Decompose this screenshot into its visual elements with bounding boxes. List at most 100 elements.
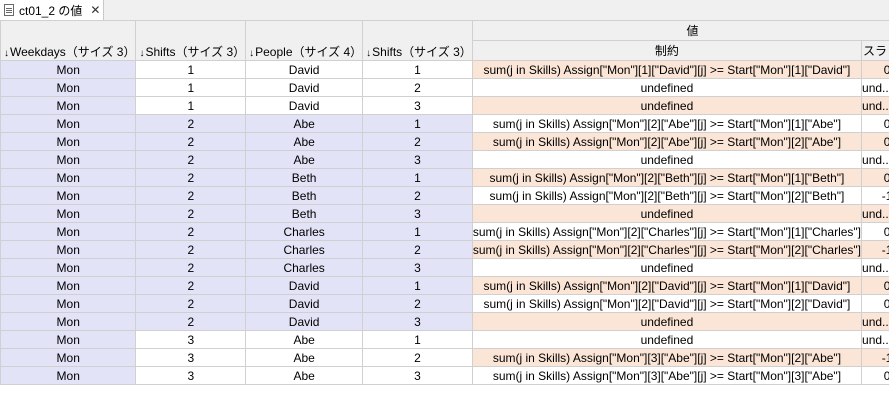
col-header-pshifts[interactable]: ↓Shifts（サイズ 3）: [362, 20, 473, 61]
cell-constraint[interactable]: sum(j in Skills) Assign["Mon"][3]["Abe"]…: [471, 366, 863, 385]
cell-constraint[interactable]: undefined: [471, 204, 863, 223]
close-icon[interactable]: ✕: [90, 4, 100, 16]
cell-slack[interactable]: 0: [861, 222, 889, 241]
table-row[interactable]: Mon 2 Charles 2 sum(j in Skills) Assign["Mon…: [0, 240, 889, 259]
cell-weekday[interactable]: Mon: [0, 258, 137, 277]
table-row[interactable]: Mon 2 Charles 1 sum(j in Skills) Assign["Mon…: [0, 222, 889, 241]
table-row[interactable]: Mon2Charles3undefinedund...ned: [0, 258, 889, 277]
cell-slack[interactable]: 0: [861, 132, 889, 151]
cell-weekday[interactable]: Mon: [0, 78, 137, 97]
cell-constraint[interactable]: sum(j in Skills) Assign["Mon"][2]["Abe"]…: [471, 132, 863, 151]
cell-person[interactable]: Beth: [245, 168, 364, 187]
cell-shift[interactable]: 2: [135, 222, 247, 241]
table-row[interactable]: Mon2David3undefinedund...ned: [0, 312, 889, 331]
col-header-shifts[interactable]: ↓Shifts（サイズ 3）: [135, 20, 247, 61]
cell-shift[interactable]: 1: [135, 96, 247, 115]
cell-constraint[interactable]: undefined: [471, 312, 863, 331]
cell-weekday[interactable]: Mon: [0, 204, 137, 223]
cell-constraint[interactable]: undefined: [471, 330, 863, 349]
table-row[interactable]: Mon 2 Abe 2 sum(j in Skills) Assign["Mon"][2…: [0, 132, 889, 151]
cell-constraint[interactable]: undefined: [471, 258, 863, 277]
cell-weekday[interactable]: Mon: [0, 132, 137, 151]
cell-constraint[interactable]: sum(j in Skills) Assign["Mon"][2]["Charl…: [471, 240, 863, 259]
cell-weekday[interactable]: Mon: [0, 114, 137, 133]
table-row[interactable]: Mon1David3undefinedund...ned: [0, 96, 889, 115]
cell-shift[interactable]: 2: [135, 186, 247, 205]
cell-shift[interactable]: 2: [135, 132, 247, 151]
cell-person-shift[interactable]: 3: [362, 96, 473, 115]
table-row[interactable]: Mon 3 Abe 2 sum(j in Skills) Assign["Mon"][3…: [0, 348, 889, 367]
table-row[interactable]: Mon 2 Abe 1 sum(j in Skills) Assign["Mon"][2…: [0, 114, 889, 133]
cell-person-shift[interactable]: 2: [362, 294, 473, 313]
table-row[interactable]: Mon 1 David 1 sum(j in Skills) Assign["Mon"]…: [0, 60, 889, 79]
cell-shift[interactable]: 2: [135, 312, 247, 331]
cell-constraint[interactable]: sum(j in Skills) Assign["Mon"][2]["Charl…: [471, 222, 863, 241]
table-row[interactable]: Mon1David2undefinedund...ned: [0, 78, 889, 97]
cell-shift[interactable]: 1: [135, 60, 247, 79]
cell-person-shift[interactable]: 2: [362, 132, 473, 151]
cell-weekday[interactable]: Mon: [0, 96, 137, 115]
cell-person-shift[interactable]: 3: [362, 150, 473, 169]
cell-weekday[interactable]: Mon: [0, 222, 137, 241]
cell-slack[interactable]: 0: [861, 276, 889, 295]
cell-person[interactable]: Abe: [245, 132, 364, 151]
cell-weekday[interactable]: Mon: [0, 168, 137, 187]
cell-person[interactable]: David: [245, 78, 364, 97]
cell-slack[interactable]: -1: [861, 186, 889, 205]
cell-weekday[interactable]: Mon: [0, 276, 137, 295]
cell-weekday[interactable]: Mon: [0, 150, 137, 169]
table-row[interactable]: Mon 2 David 1 sum(j in Skills) Assign["Mon"]…: [0, 276, 889, 295]
table-row[interactable]: Mon2Beth3undefinedund...ned: [0, 204, 889, 223]
cell-constraint[interactable]: undefined: [471, 78, 863, 97]
col-header-people[interactable]: ↓People（サイズ 4）: [245, 20, 364, 61]
cell-constraint[interactable]: sum(j in Skills) Assign["Mon"][2]["Abe"]…: [471, 114, 863, 133]
cell-person[interactable]: Beth: [245, 204, 364, 223]
cell-person-shift[interactable]: 2: [362, 240, 473, 259]
cell-person[interactable]: Charles: [245, 240, 364, 259]
cell-constraint[interactable]: undefined: [471, 150, 863, 169]
cell-person-shift[interactable]: 1: [362, 222, 473, 241]
cell-shift[interactable]: 1: [135, 78, 247, 97]
cell-person-shift[interactable]: 1: [362, 276, 473, 295]
table-row[interactable]: Mon2Abe3undefinedund...ned: [0, 150, 889, 169]
table-row[interactable]: Mon3Abe1undefinedund...ned: [0, 330, 889, 349]
cell-shift[interactable]: 2: [135, 240, 247, 259]
col-header-weekdays[interactable]: ↓Weekdays（サイズ 3）: [0, 20, 137, 61]
cell-slack[interactable]: -1: [861, 348, 889, 367]
cell-person-shift[interactable]: 1: [362, 168, 473, 187]
cell-slack[interactable]: und...ned: [861, 150, 889, 169]
cell-weekday[interactable]: Mon: [0, 312, 137, 331]
cell-person[interactable]: David: [245, 96, 364, 115]
cell-weekday[interactable]: Mon: [0, 348, 137, 367]
cell-person-shift[interactable]: 2: [362, 186, 473, 205]
cell-person[interactable]: Charles: [245, 258, 364, 277]
col-header-constraint[interactable]: 制約: [471, 40, 863, 61]
cell-slack[interactable]: 0: [861, 168, 889, 187]
cell-constraint[interactable]: undefined: [471, 96, 863, 115]
table-row[interactable]: Mon 2 Beth 1 sum(j in Skills) Assign["Mon"][…: [0, 168, 889, 187]
cell-person-shift[interactable]: 3: [362, 204, 473, 223]
cell-person[interactable]: David: [245, 294, 364, 313]
cell-person[interactable]: David: [245, 312, 364, 331]
cell-constraint[interactable]: sum(j in Skills) Assign["Mon"][1]["David…: [471, 60, 863, 79]
cell-weekday[interactable]: Mon: [0, 294, 137, 313]
cell-slack[interactable]: und...ned: [861, 96, 889, 115]
cell-weekday[interactable]: Mon: [0, 366, 137, 385]
cell-slack[interactable]: und...ned: [861, 78, 889, 97]
cell-constraint[interactable]: sum(j in Skills) Assign["Mon"][2]["Beth"…: [471, 186, 863, 205]
cell-constraint[interactable]: sum(j in Skills) Assign["Mon"][2]["Beth"…: [471, 168, 863, 187]
cell-slack[interactable]: -1: [861, 240, 889, 259]
cell-person-shift[interactable]: 2: [362, 348, 473, 367]
cell-slack[interactable]: und...ned: [861, 258, 889, 277]
cell-slack[interactable]: und...ned: [861, 330, 889, 349]
cell-person[interactable]: Abe: [245, 114, 364, 133]
cell-person[interactable]: David: [245, 276, 364, 295]
cell-person[interactable]: David: [245, 60, 364, 79]
cell-person[interactable]: Abe: [245, 330, 364, 349]
tab-ct01-2[interactable]: ct01_2 の値 ✕: [0, 0, 104, 20]
cell-slack[interactable]: und...ned: [861, 204, 889, 223]
col-header-slack[interactable]: スラック: [861, 40, 889, 61]
table-row[interactable]: Mon 2 Beth 2 sum(j in Skills) Assign["Mon"][…: [0, 186, 889, 205]
cell-person-shift[interactable]: 3: [362, 258, 473, 277]
cell-person-shift[interactable]: 1: [362, 330, 473, 349]
